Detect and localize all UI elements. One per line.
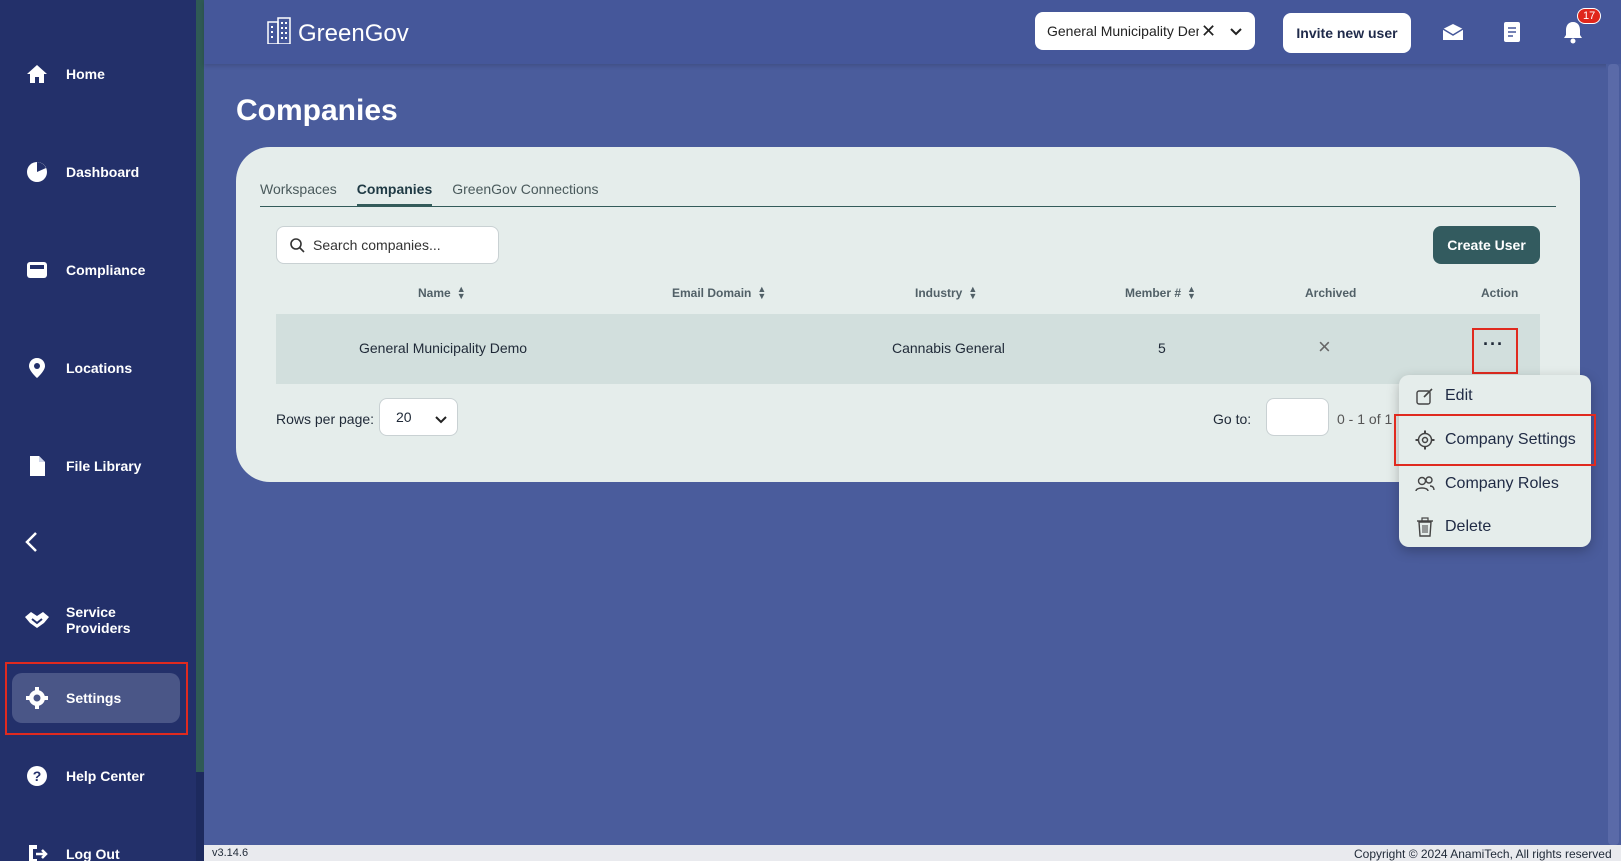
column-header-archived: Archived — [1305, 286, 1356, 300]
buildings-icon — [266, 16, 292, 51]
sidebar-item-label: Compliance — [66, 262, 146, 278]
organization-select[interactable]: General Municipality Demo ✕ — [1035, 12, 1255, 50]
bell-icon[interactable] — [1561, 20, 1585, 44]
sidebar-item-log-out[interactable]: Log Out — [12, 829, 180, 861]
sidebar-item-locations[interactable]: Locations — [12, 343, 180, 393]
sidebar-item-service-providers[interactable]: Service Providers — [12, 595, 180, 645]
edit-icon — [1415, 386, 1435, 406]
brand-logo[interactable]: GreenGov — [266, 16, 409, 51]
column-header-label: Name — [418, 286, 451, 300]
column-header-action: Action — [1481, 286, 1518, 300]
home-icon — [24, 61, 50, 87]
rows-per-page-label: Rows per page: — [276, 411, 375, 427]
top-bar: GreenGov General Municipality Demo ✕ Inv… — [204, 0, 1621, 64]
settings-highlight — [5, 662, 188, 735]
sidebar-item-dashboard[interactable]: Dashboard — [12, 147, 180, 197]
table-row[interactable]: General Municipality Demo Cannabis Gener… — [276, 314, 1540, 384]
pagination-range: 0 - 1 of 1 — [1337, 411, 1393, 427]
sidebar-item-help-center[interactable]: ? Help Center — [12, 751, 180, 801]
menu-item-label: Edit — [1445, 387, 1473, 404]
page-title: Companies — [236, 94, 398, 127]
notification-badge: 17 — [1577, 8, 1602, 24]
column-header-label: Email Domain — [672, 286, 752, 300]
tab-bar: Workspaces Companies GreenGov Connection… — [260, 175, 1556, 207]
sidebar-edge-bottom — [196, 772, 204, 861]
chevron-left-icon — [22, 532, 42, 558]
tab-workspaces[interactable]: Workspaces — [260, 175, 337, 207]
action-highlight — [1472, 328, 1518, 374]
pie-chart-icon — [24, 159, 50, 185]
trash-icon — [1415, 517, 1435, 537]
scrollbar-thumb[interactable] — [1608, 64, 1619, 845]
sidebar-item-label: File Library — [66, 458, 142, 474]
goto-label: Go to: — [1213, 411, 1252, 427]
handshake-icon — [24, 607, 50, 633]
column-header-member-count[interactable]: Member # ▲ ▼ — [1125, 284, 1196, 301]
chevron-down-icon — [435, 411, 447, 427]
tab-greengov-connections[interactable]: GreenGov Connections — [452, 175, 598, 207]
sidebar-item-label: Service Providers — [66, 604, 131, 636]
organization-select-value: General Municipality Demo — [1047, 23, 1199, 39]
cell-name: General Municipality Demo — [359, 340, 528, 356]
sort-icon: ▲ ▼ — [1187, 284, 1196, 301]
goto-page-input[interactable] — [1266, 398, 1329, 436]
location-pin-icon — [24, 355, 50, 381]
menu-item-label: Company Roles — [1445, 475, 1559, 492]
create-user-button[interactable]: Create User — [1433, 226, 1540, 264]
rows-per-page-select[interactable]: 20 — [379, 398, 458, 436]
sidebar-item-label: Log Out — [66, 846, 120, 861]
invite-user-button[interactable]: Invite new user — [1283, 13, 1411, 53]
companies-card: Workspaces Companies GreenGov Connection… — [236, 147, 1580, 482]
rows-per-page-value: 20 — [396, 409, 412, 425]
file-icon — [24, 453, 50, 479]
sidebar-edge — [196, 0, 204, 772]
mail-icon[interactable] — [1441, 20, 1465, 44]
column-header-label: Archived — [1305, 286, 1357, 300]
sidebar-item-label: Home — [66, 66, 105, 82]
column-header-label: Action — [1481, 286, 1519, 300]
sort-icon: ▲ ▼ — [968, 284, 978, 301]
search-icon — [289, 237, 305, 253]
archived-x-icon: × — [1318, 334, 1331, 359]
sidebar-item-label: Dashboard — [66, 164, 140, 180]
sort-icon: ▲ ▼ — [757, 284, 767, 301]
sidebar-item-home[interactable]: Home — [12, 49, 180, 99]
document-icon[interactable] — [1500, 20, 1524, 44]
column-header-label: Industry — [915, 286, 963, 300]
menu-item-company-roles[interactable]: Company Roles — [1415, 474, 1559, 494]
cell-member-count: 5 — [1158, 340, 1166, 356]
menu-item-delete[interactable]: Delete — [1415, 517, 1491, 537]
column-header-email-domain[interactable]: Email Domain ▲ ▼ — [672, 284, 767, 301]
users-icon — [1415, 474, 1435, 494]
chevron-down-icon[interactable] — [1230, 23, 1242, 39]
sidebar-item-label: Help Center — [66, 768, 145, 784]
cell-industry: Cannabis General — [892, 340, 1005, 356]
search-placeholder: Search companies... — [313, 237, 441, 253]
sort-icon: ▲ ▼ — [456, 284, 466, 301]
brand-name: GreenGov — [298, 19, 409, 47]
column-header-name[interactable]: Name ▲ ▼ — [418, 284, 466, 301]
sidebar-item-compliance[interactable]: Compliance — [12, 245, 180, 295]
version-label: v3.14.6 — [212, 847, 249, 859]
help-icon: ? — [24, 763, 50, 789]
column-header-label: Member # — [1125, 286, 1182, 300]
tab-companies[interactable]: Companies — [356, 175, 433, 207]
inbox-icon — [24, 257, 50, 283]
collapse-sidebar-button[interactable] — [22, 530, 42, 559]
svg-text:?: ? — [33, 768, 42, 784]
menu-item-label: Delete — [1445, 518, 1492, 535]
column-header-industry[interactable]: Industry ▲ ▼ — [915, 284, 978, 301]
search-input[interactable]: Search companies... — [276, 226, 499, 264]
clear-icon[interactable]: ✕ — [1201, 21, 1216, 42]
company-settings-highlight — [1394, 414, 1596, 466]
sidebar-item-label: Locations — [66, 360, 133, 376]
logout-icon — [24, 841, 50, 861]
copyright-label: Copyright © 2024 AnamiTech, All rights r… — [1354, 847, 1612, 861]
menu-item-edit[interactable]: Edit — [1415, 386, 1473, 406]
sidebar-item-file-library[interactable]: File Library — [12, 441, 180, 491]
